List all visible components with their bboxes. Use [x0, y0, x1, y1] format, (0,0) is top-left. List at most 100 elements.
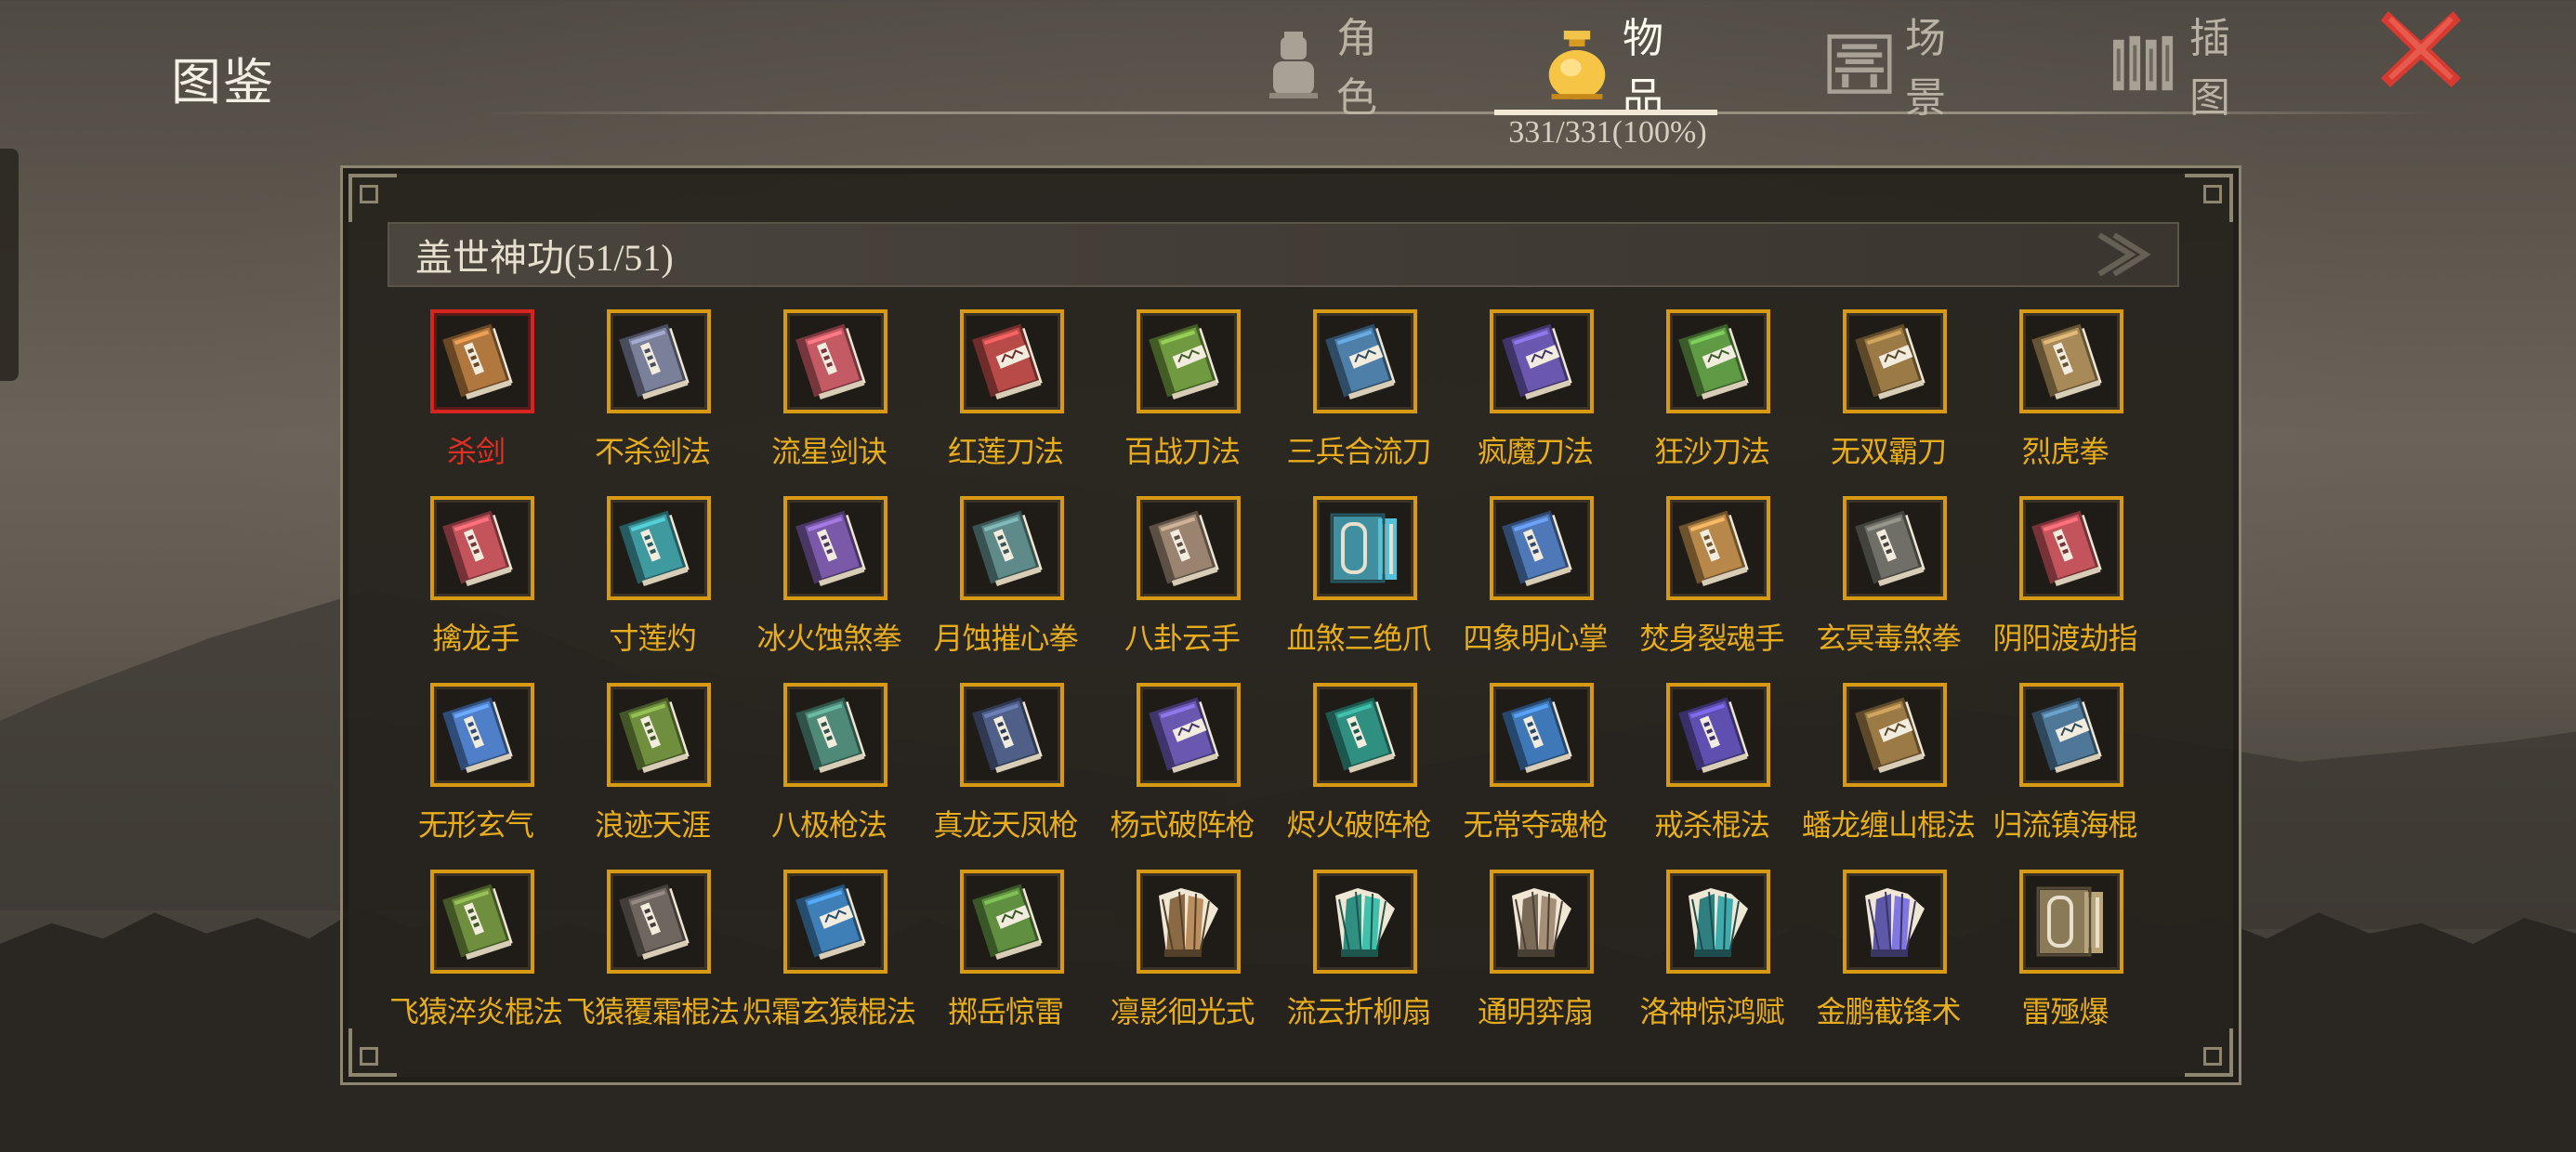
- item-cell[interactable]: 归流镇海棍: [1977, 683, 2153, 859]
- martial-arts-book-icon: [960, 309, 1064, 413]
- collection-panel: 盖世神功(51/51) 杀剑 不杀剑法 流星剑诀 红莲刀法 百战刀法 三兵合流刀…: [340, 165, 2241, 1085]
- martial-arts-book-icon: [783, 683, 887, 787]
- scroll-icon: [1313, 496, 1417, 600]
- martial-arts-book-icon: [1843, 496, 1947, 600]
- martial-arts-book-icon: [1490, 496, 1594, 600]
- martial-arts-book-icon: [430, 870, 534, 974]
- item-cell[interactable]: 蟠龙缠山棍法: [1800, 683, 1977, 859]
- item-cell[interactable]: 焚身裂魂手: [1623, 496, 1800, 673]
- item-cell[interactable]: 寸莲灼: [564, 496, 741, 673]
- martial-arts-book-icon: [960, 683, 1064, 787]
- collection-progress: 331/331(100%): [1508, 115, 1707, 150]
- martial-arts-book-icon: [960, 496, 1064, 600]
- martial-arts-book-icon: [960, 870, 1064, 974]
- item-cell[interactable]: 烬火破阵枪: [1270, 683, 1447, 859]
- panel-corner-ornament: [2185, 1028, 2233, 1077]
- tab-scenes[interactable]: 场景: [1827, 13, 1946, 121]
- scene-icon: [1827, 27, 1892, 101]
- fan-manual-icon: [1313, 870, 1417, 974]
- item-cell[interactable]: 四象明心掌: [1447, 496, 1623, 673]
- fan-manual-icon: [1843, 870, 1947, 974]
- item-cell[interactable]: 八极枪法: [741, 683, 917, 859]
- item-cell[interactable]: 飞猿淬炎棍法: [388, 870, 564, 1046]
- category-header[interactable]: 盖世神功(51/51): [388, 222, 2179, 287]
- martial-arts-book-icon: [783, 496, 887, 600]
- illustration-icon: [2111, 27, 2176, 101]
- martial-arts-book-icon: [1313, 309, 1417, 413]
- item-cell[interactable]: 阴阳渡劫指: [1977, 496, 2153, 673]
- tab-label: 角色: [1336, 16, 1377, 121]
- item-cell[interactable]: 狂沙刀法: [1623, 309, 1800, 486]
- martial-arts-book-icon: [2019, 309, 2123, 413]
- character-icon: [1264, 27, 1323, 101]
- item-name: 烈虎拳: [2021, 435, 2109, 468]
- item-cell[interactable]: 月蚀摧心拳: [917, 496, 1094, 673]
- tab-characters[interactable]: 角色: [1264, 13, 1383, 121]
- tab-label: 插图: [2189, 16, 2230, 121]
- item-cell[interactable]: 无常夺魂枪: [1447, 683, 1623, 859]
- page-title: 图鉴: [171, 55, 275, 111]
- item-cell[interactable]: 真龙天凤枪: [917, 683, 1094, 859]
- item-cell[interactable]: 冰火蚀煞拳: [741, 496, 917, 673]
- item-cell[interactable]: 玄冥毒煞拳: [1800, 496, 1977, 673]
- martial-arts-book-icon: [607, 309, 711, 413]
- category-title: 盖世神功(51/51): [415, 237, 674, 279]
- martial-arts-book-icon: [607, 496, 711, 600]
- panel-corner-ornament: [2185, 174, 2233, 222]
- martial-arts-book-icon: [607, 683, 711, 787]
- item-cell[interactable]: 无形玄气: [388, 683, 564, 859]
- martial-arts-book-icon: [783, 870, 887, 974]
- item-cell[interactable]: 金鹏截锋术: [1800, 870, 1977, 1046]
- item-name: 归流镇海棍: [1992, 808, 2137, 842]
- item-cell[interactable]: 烈虎拳: [1977, 309, 2153, 486]
- item-cell[interactable]: 流云折柳扇: [1270, 870, 1447, 1046]
- tab-items[interactable]: 物品: [1544, 13, 1663, 121]
- item-cell[interactable]: 洛神惊鸿赋: [1623, 870, 1800, 1046]
- item-cell[interactable]: 飞猿覆霜棍法: [564, 870, 741, 1046]
- item-cell[interactable]: 三兵合流刀: [1270, 309, 1447, 486]
- martial-arts-book-icon: [607, 870, 711, 974]
- tab-illustrations[interactable]: 插图: [2111, 13, 2230, 121]
- martial-arts-book-icon: [1666, 309, 1770, 413]
- close-icon: [2381, 11, 2461, 87]
- fan-manual-icon: [1490, 870, 1594, 974]
- item-cell[interactable]: 血煞三绝爪: [1270, 496, 1447, 673]
- martial-arts-book-icon: [1666, 496, 1770, 600]
- martial-arts-book-icon: [783, 309, 887, 413]
- tab-label: 场景: [1905, 16, 1946, 121]
- item-name: 阴阳渡劫指: [1992, 622, 2137, 655]
- close-button[interactable]: [2379, 7, 2463, 91]
- martial-arts-book-icon: [1843, 683, 1947, 787]
- item-cell[interactable]: 通明弈扇: [1447, 870, 1623, 1046]
- money-bag-icon: [1544, 27, 1610, 101]
- item-cell[interactable]: 浪迹天涯: [564, 683, 741, 859]
- martial-arts-book-icon: [430, 309, 534, 413]
- item-cell[interactable]: 擒龙手: [388, 496, 564, 673]
- martial-arts-book-icon: [2019, 683, 2123, 787]
- item-cell[interactable]: 杨式破阵枪: [1094, 683, 1270, 859]
- martial-arts-book-icon: [2019, 496, 2123, 600]
- item-cell[interactable]: 无双霸刀: [1800, 309, 1977, 486]
- side-drawer-handle[interactable]: [0, 149, 19, 381]
- item-cell[interactable]: 雷殛爆: [1977, 870, 2153, 1046]
- header-divider: [483, 111, 2435, 114]
- item-cell[interactable]: 不杀剑法: [564, 309, 741, 486]
- item-cell[interactable]: 戒杀棍法: [1623, 683, 1800, 859]
- item-name: 雷殛爆: [2021, 995, 2109, 1028]
- martial-arts-book-icon: [1137, 496, 1241, 600]
- item-cell[interactable]: 炽霜玄猿棍法: [741, 870, 917, 1046]
- item-cell[interactable]: 掷岳惊雷: [917, 870, 1094, 1046]
- martial-arts-book-icon: [1843, 309, 1947, 413]
- fan-manual-icon: [1137, 870, 1241, 974]
- martial-arts-book-icon: [430, 683, 534, 787]
- item-cell[interactable]: 疯魔刀法: [1447, 309, 1623, 486]
- item-cell[interactable]: 杀剑: [388, 309, 564, 486]
- item-cell[interactable]: 红莲刀法: [917, 309, 1094, 486]
- item-cell[interactable]: 八卦云手: [1094, 496, 1270, 673]
- item-cell[interactable]: 流星剑诀: [741, 309, 917, 486]
- item-cell[interactable]: 凛影徊光式: [1094, 870, 1270, 1046]
- martial-arts-book-icon: [1137, 683, 1241, 787]
- martial-arts-book-icon: [1313, 683, 1417, 787]
- item-cell[interactable]: 百战刀法: [1094, 309, 1270, 486]
- martial-arts-book-icon: [1666, 683, 1770, 787]
